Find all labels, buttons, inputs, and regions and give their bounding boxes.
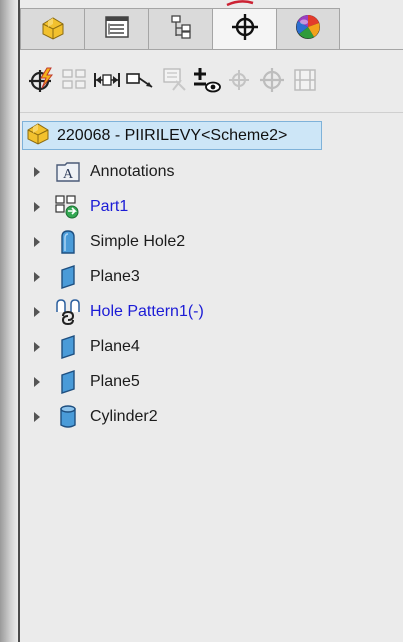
tab-dimxpert-manager[interactable] [212,8,276,50]
tree-item-label: Simple Hole2 [90,233,186,250]
tree-item-label: Plane3 [90,268,140,285]
size-dimension-button[interactable] [90,64,123,100]
tab-property-manager[interactable] [84,8,148,50]
feature-manager-icon [39,14,67,45]
tab-display-manager[interactable] [276,8,340,50]
annotation-mark [226,0,254,6]
tree-item-plane4[interactable]: Plane4 [20,332,403,362]
datum-feature-icon [60,67,88,98]
expand-arrow-icon[interactable] [32,377,42,387]
expand-arrow-icon[interactable] [32,272,42,282]
expand-arrow-icon[interactable] [32,202,42,212]
pattern-feature-icon [159,66,187,99]
plane-icon [54,263,82,291]
auto-dimension-scheme-button[interactable] [24,64,57,100]
toolbar-divider [20,112,403,113]
location-dimension-button[interactable] [123,64,156,100]
copy-scheme-button[interactable] [222,64,255,100]
display-manager-icon [294,13,322,46]
size-dimension-icon [92,70,122,95]
tree-item-label: Plane5 [90,373,140,390]
tree-item-label: Hole Pattern1(-) [90,303,204,320]
expand-arrow-icon[interactable] [32,412,42,422]
expand-arrow-icon[interactable] [32,167,42,177]
copy-scheme-icon [225,66,253,99]
tree-item-plane5[interactable]: Plane5 [20,367,403,397]
configuration-manager-icon [169,14,193,45]
dimxpert-toolbar [20,62,403,102]
expand-arrow-icon[interactable] [32,237,42,247]
tab-configuration-manager[interactable] [148,8,212,50]
svg-text:A: A [63,167,74,182]
expand-arrow-icon[interactable] [32,307,42,317]
tab-feature-manager[interactable] [20,8,84,50]
tree-root-label: 220068 - PIIRILEVY<Scheme2> [57,126,288,144]
tree-item-label: Plane4 [90,338,140,355]
annotations-icon: A [54,158,82,186]
tree-item-cylinder2[interactable]: Cylinder2 [20,402,403,432]
show-tolerance-status-icon [191,66,221,99]
window-backdrop [0,0,18,642]
manager-tabs [20,8,340,50]
tree-item-part1[interactable]: Part1 [20,192,403,222]
pattern-feature-button[interactable] [156,64,189,100]
tab-strip-border [20,49,403,50]
tree-item-label: Annotations [90,163,175,180]
show-tolerance-status-button[interactable] [189,64,222,100]
part-feature-icon [54,193,82,221]
tree-item-plane3[interactable]: Plane3 [20,262,403,292]
expand-arrow-icon[interactable] [32,342,42,352]
delete-all-button[interactable] [288,64,321,100]
property-manager-icon [104,15,130,44]
tree-item-label: Part1 [90,198,129,215]
location-dimension-icon [125,69,155,96]
tts-import-icon [258,66,286,99]
tree-item-hole-pattern1[interactable]: Hole Pattern1(-) [20,297,403,327]
tree-item-label: Cylinder2 [90,408,158,425]
cylinder-icon [54,403,82,431]
plane-icon [54,333,82,361]
tree-root-part[interactable]: 220068 - PIIRILEVY<Scheme2> [22,121,322,150]
delete-all-icon [292,66,318,99]
auto-dimension-scheme-icon [27,66,55,99]
feature-tree-panel: 220068 - PIIRILEVY<Scheme2> A Annotation… [18,0,403,642]
hole-pattern-icon [54,298,82,326]
tree-item-annotations[interactable]: A Annotations [20,157,403,187]
plane-icon [54,368,82,396]
tts-import-button[interactable] [255,64,288,100]
dimxpert-manager-icon [231,13,259,46]
datum-feature-button[interactable] [57,64,90,100]
simple-hole-icon [54,228,82,256]
part-icon [25,121,51,150]
tree-item-simple-hole2[interactable]: Simple Hole2 [20,227,403,257]
